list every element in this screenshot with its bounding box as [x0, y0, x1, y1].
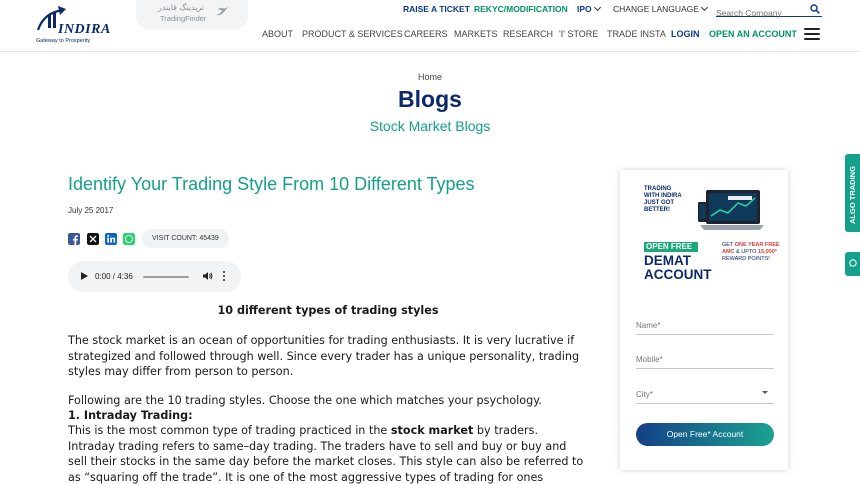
section-title: 1. Intraday Trading: — [68, 409, 193, 422]
open-free-account-button[interactable]: Open Free* Account — [636, 423, 774, 446]
page-title: Blogs — [398, 86, 462, 112]
hamburger-menu-icon[interactable] — [804, 28, 820, 40]
dropdown-caret-icon — [762, 391, 768, 394]
article-heading: 10 different types of trading styles — [217, 304, 439, 317]
search-icon[interactable] — [810, 4, 820, 14]
mobile-field — [636, 349, 774, 369]
badge-text-fa: تریدینگ فایندر — [158, 3, 205, 12]
audio-player: 0:00 / 4:36 — [68, 261, 241, 292]
page-subtitle: Stock Market Blogs — [369, 118, 491, 134]
search-input[interactable] — [716, 7, 804, 19]
open-account-card: TRADING WITH INDIRA JUST GOT BETTER! OPE… — [620, 170, 788, 470]
offer-text: REWARD POINTS! — [722, 256, 770, 262]
visit-count-badge: VISIT COUNT: 45439 — [142, 229, 229, 248]
nav-open-account[interactable]: OPEN AN ACCOUNT — [709, 29, 797, 41]
promo-account: ACCOUNT — [644, 267, 712, 282]
badge-text-en: TradingFinder — [160, 14, 207, 23]
nav-trade-insta[interactable]: TRADE INSTA — [607, 29, 666, 41]
name-field — [636, 315, 774, 335]
promo-offer: GET ONE YEAR FREE AMC & UPTO 15,000* REW… — [722, 242, 782, 263]
mobile-input[interactable] — [636, 350, 774, 369]
promo-line: WITH INDIRA — [644, 193, 682, 199]
bird-icon — [216, 7, 228, 16]
x-twitter-icon[interactable] — [87, 233, 99, 245]
algo-trading-tab[interactable]: ALGO TRADING — [845, 154, 860, 232]
nav-research[interactable]: RESEARCH — [503, 29, 553, 41]
promo-open-free: OPEN FREE — [644, 242, 698, 252]
promo-demat-account: DEMAT ACCOUNT — [644, 254, 712, 282]
nav-markets[interactable]: MARKETS — [454, 29, 498, 41]
linkedin-icon[interactable] — [105, 233, 117, 245]
nav-products[interactable]: PRODUCT & SERVICES — [302, 29, 403, 41]
promo-line: JUST GOT — [644, 200, 675, 206]
article-title: Identify Your Trading Style From 10 Diff… — [68, 174, 475, 194]
audio-time: 0:00 / 4:36 — [95, 272, 133, 281]
volume-icon[interactable] — [203, 271, 213, 281]
tradingfinder-badge: تریدینگ فایندر TradingFinder — [136, 0, 248, 30]
offer-text: GET — [722, 242, 735, 248]
site-header: INDIRA Gateway to Prosperity تریدینگ فای… — [0, 0, 860, 52]
logo-text: INDIRA — [58, 22, 111, 37]
breadcrumb[interactable]: Home — [0, 72, 860, 82]
stock-market-text: stock market — [390, 424, 474, 437]
nav-about[interactable]: ABOUT — [262, 29, 293, 41]
laptop-illustration-icon — [698, 190, 764, 230]
offer-highlight: 15,000* — [757, 249, 777, 255]
promo-line: BETTER! — [644, 207, 670, 213]
section-text-start: This is the most common type of trading … — [68, 424, 391, 437]
whatsapp-icon[interactable] — [123, 233, 135, 245]
audio-seek-slider[interactable] — [143, 276, 189, 278]
nav-careers[interactable]: CAREERS — [404, 29, 448, 41]
facebook-icon[interactable] — [68, 233, 80, 245]
article-paragraph: Following are the 10 trading styles. Cho… — [68, 394, 542, 407]
indira-logo[interactable]: INDIRA Gateway to Prosperity — [34, 4, 114, 46]
promo-line: TRADING — [644, 186, 672, 192]
nav-login[interactable]: LOGIN — [671, 29, 700, 41]
chevron-down-icon — [593, 3, 601, 12]
change-language-label: CHANGE LANGUAGE — [613, 4, 699, 14]
article-paragraph: This is the most common type of trading … — [68, 423, 588, 484]
promo-headline: TRADING WITH INDIRA JUST GOT BETTER! — [644, 186, 682, 214]
logo-tagline: Gateway to Prosperity — [36, 38, 91, 44]
algo-trading-label: ALGO TRADING — [848, 166, 857, 224]
rekyc-link[interactable]: REKYC/MODIFICATION — [474, 4, 568, 16]
change-language-menu[interactable]: CHANGE LANGUAGE — [613, 3, 709, 16]
section-heading: 1. Intraday Trading: — [68, 408, 588, 424]
more-options-icon[interactable] — [223, 271, 226, 282]
nav-istore[interactable]: 'I' STORE — [559, 29, 598, 41]
article-paragraph: The stock market is an ocean of opportun… — [68, 334, 580, 378]
whatsapp-icon — [849, 259, 857, 267]
chevron-down-icon — [700, 3, 709, 12]
article-date: July 25 2017 — [68, 206, 114, 215]
search-company — [716, 3, 822, 19]
raise-ticket-link[interactable]: RAISE A TICKET — [403, 4, 470, 16]
promo-banner[interactable]: TRADING WITH INDIRA JUST GOT BETTER! OPE… — [620, 170, 788, 298]
ipo-menu[interactable]: IPO — [577, 3, 601, 16]
ipo-label: IPO — [577, 4, 592, 14]
name-input[interactable] — [636, 316, 774, 335]
city-field[interactable] — [636, 384, 774, 404]
promo-demat: DEMAT — [644, 253, 691, 268]
play-icon[interactable] — [81, 272, 88, 280]
whatsapp-tab[interactable] — [845, 252, 860, 276]
offer-text: & UPTO — [734, 249, 758, 255]
city-select[interactable] — [636, 385, 774, 404]
breadcrumb-home[interactable]: Home — [418, 72, 442, 82]
